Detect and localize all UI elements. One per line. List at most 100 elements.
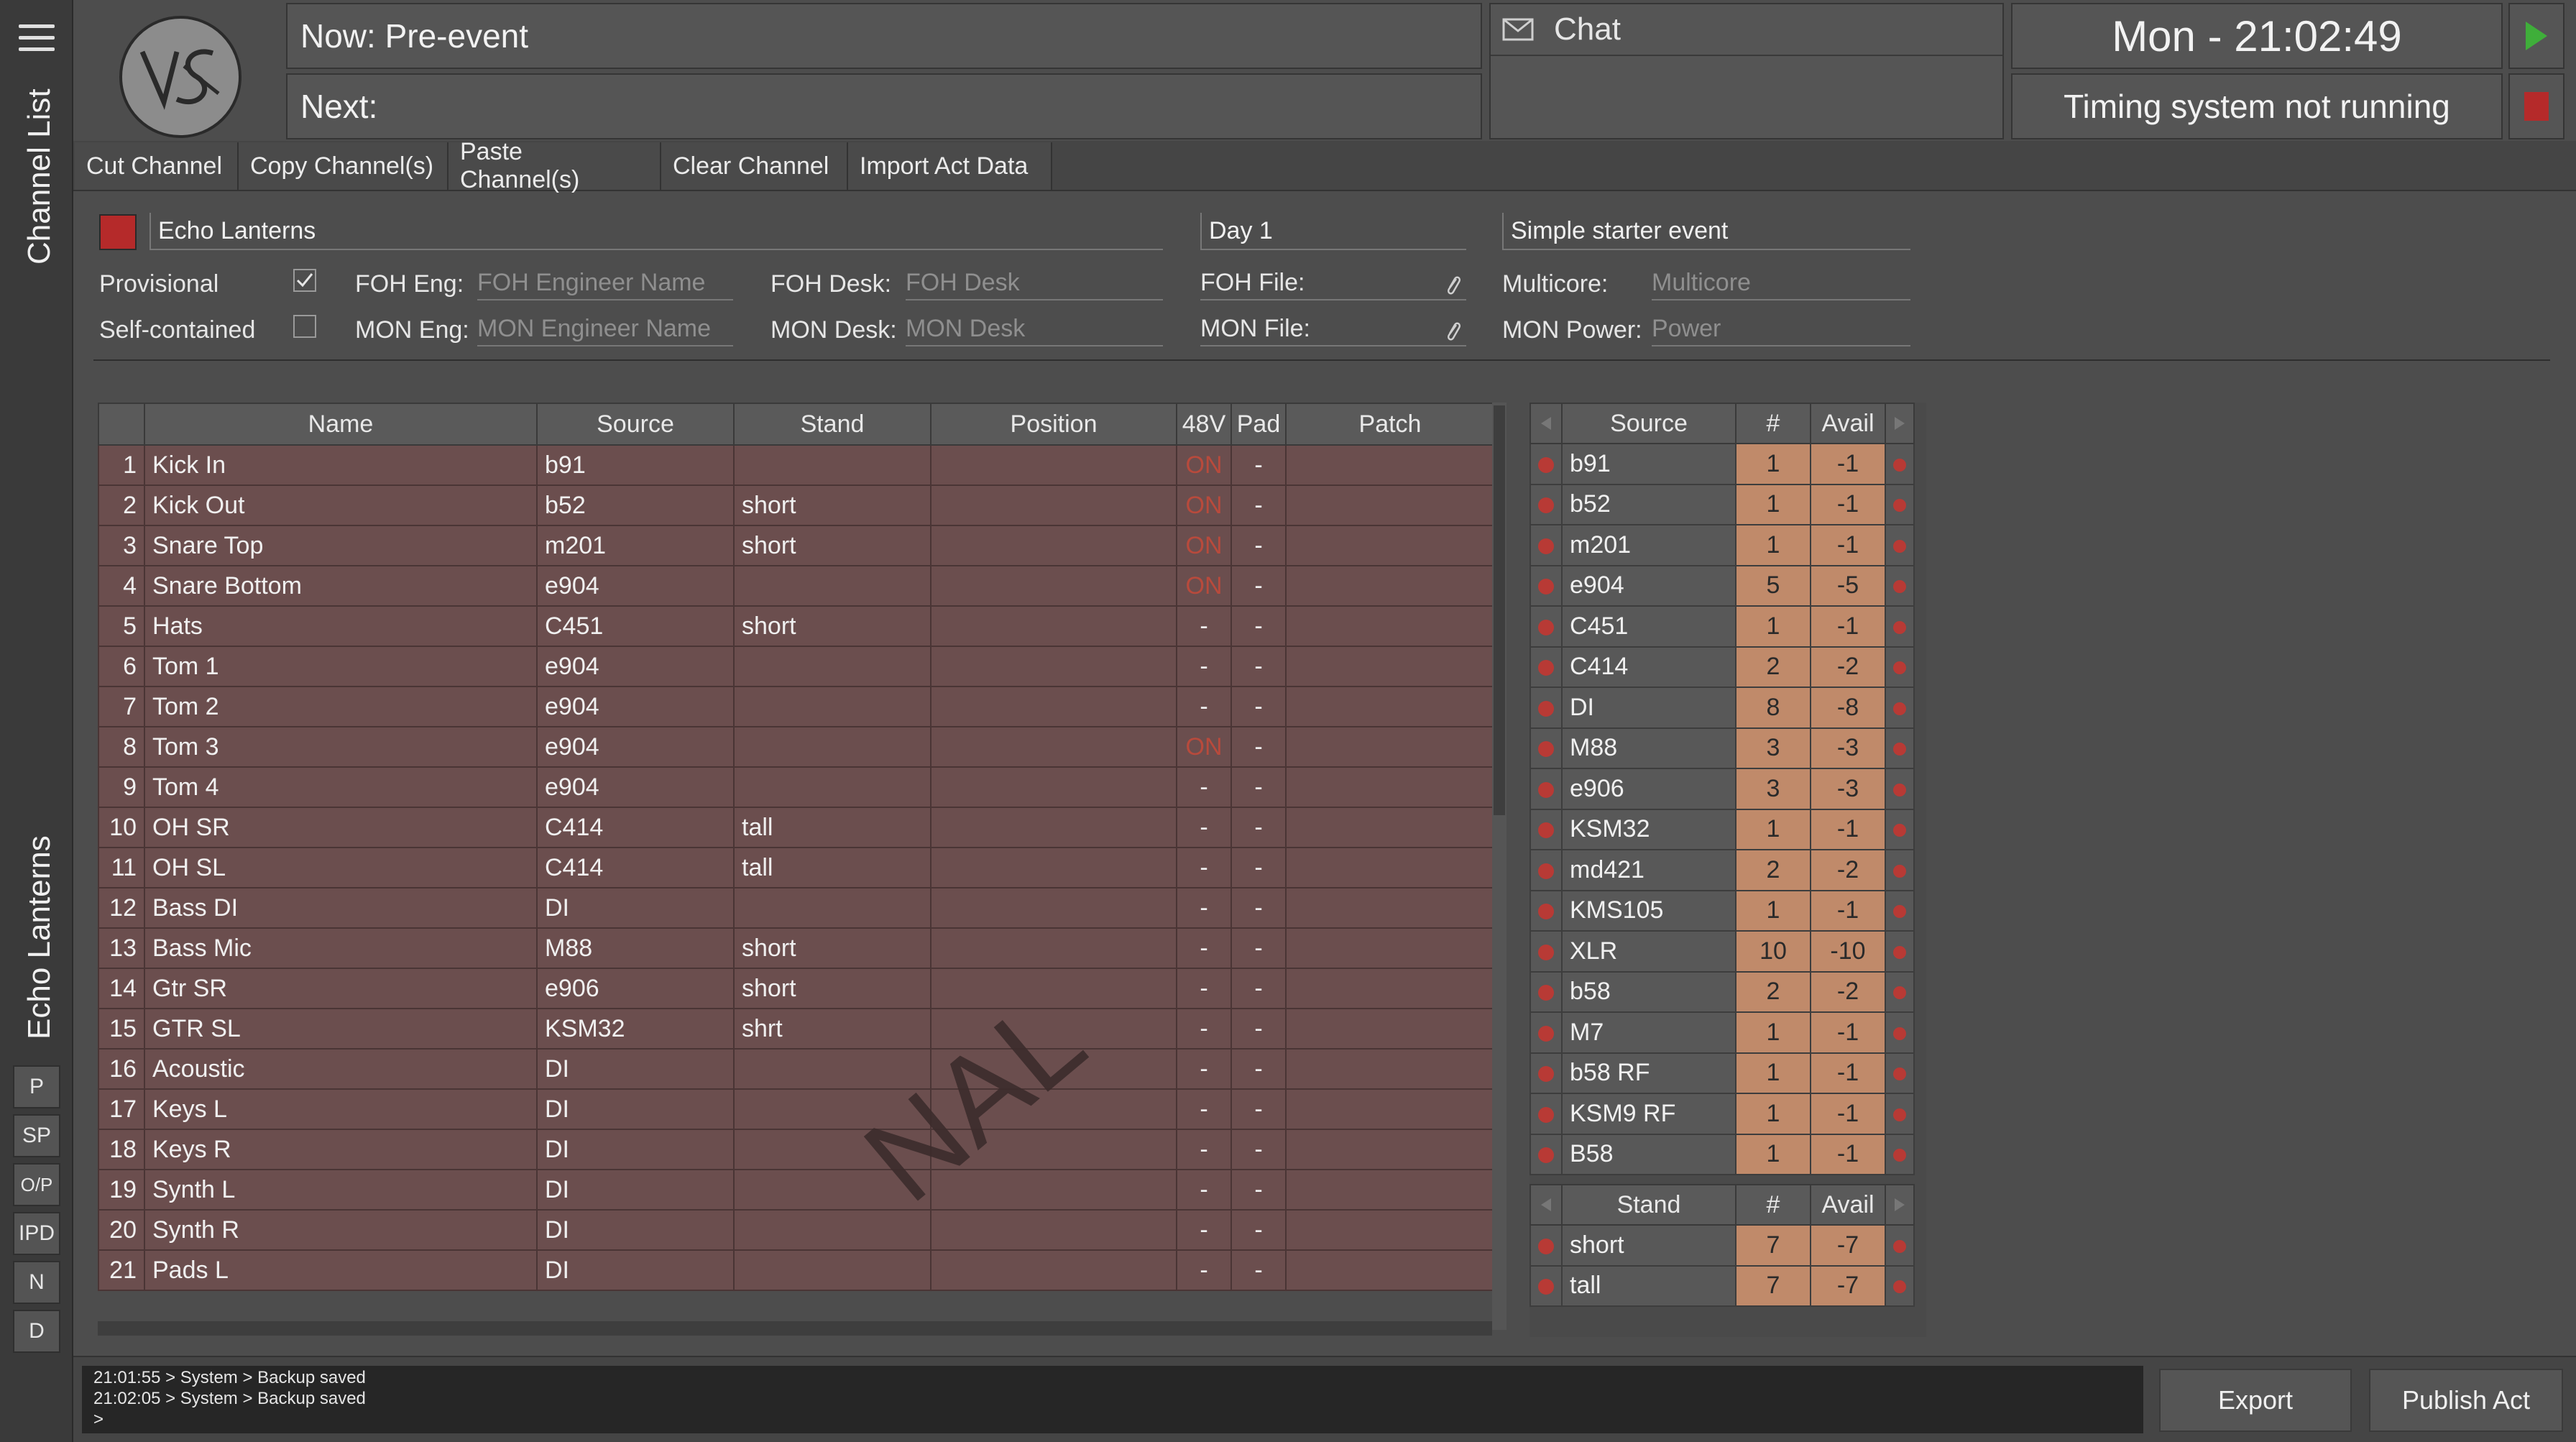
act-name-field[interactable]: Echo Lanterns — [150, 213, 1163, 250]
channel-stand[interactable] — [733, 1209, 932, 1251]
source-row[interactable]: KSM9 RF 1 -1 — [1530, 1093, 1915, 1135]
table-row[interactable]: 4 Snare Bottom e904 ON - — [98, 565, 1495, 607]
channel-table-hscrollbar[interactable] — [98, 1321, 1492, 1336]
source-name[interactable]: KSM9 RF — [1561, 1093, 1736, 1135]
channel-number[interactable]: 16 — [98, 1048, 145, 1090]
source-name[interactable]: e906 — [1561, 768, 1736, 810]
channel-number[interactable]: 21 — [98, 1249, 145, 1291]
channel-stand[interactable] — [733, 1249, 932, 1291]
channel-48v[interactable]: - — [1176, 1249, 1232, 1291]
source-scroll-left[interactable] — [1530, 403, 1563, 444]
source-avail[interactable]: -1 — [1810, 1052, 1886, 1094]
channel-number[interactable]: 8 — [98, 726, 145, 768]
table-row[interactable]: 13 Bass Mic M88 short - - — [98, 927, 1495, 969]
table-row[interactable]: 5 Hats C451 short - - — [98, 605, 1495, 647]
channel-name[interactable]: Kick Out — [144, 485, 538, 526]
source-avail[interactable]: -2 — [1810, 970, 1886, 1013]
source-name[interactable]: C451 — [1561, 605, 1736, 648]
channel-pad[interactable]: - — [1230, 847, 1287, 888]
source-count[interactable]: 2 — [1735, 646, 1811, 688]
channel-48v[interactable]: - — [1176, 1088, 1232, 1130]
paperclip-icon[interactable] — [1445, 319, 1462, 347]
channel-source[interactable]: b52 — [536, 485, 735, 526]
channel-stand[interactable]: short — [733, 485, 932, 526]
export-button[interactable]: Export — [2159, 1369, 2352, 1432]
channel-48v[interactable]: - — [1176, 605, 1232, 647]
source-avail[interactable]: -1 — [1810, 889, 1886, 932]
source-row[interactable]: KMS105 1 -1 — [1530, 889, 1915, 932]
source-avail[interactable]: -5 — [1810, 564, 1886, 607]
source-count[interactable]: 1 — [1735, 1133, 1811, 1175]
source-row[interactable]: M88 3 -3 — [1530, 727, 1915, 769]
channel-position[interactable] — [930, 444, 1177, 486]
source-avail[interactable]: -3 — [1810, 768, 1886, 810]
source-count[interactable]: 3 — [1735, 727, 1811, 769]
source-avail[interactable]: -1 — [1810, 605, 1886, 648]
channel-pad[interactable]: - — [1230, 1209, 1287, 1251]
channel-48v[interactable]: ON — [1176, 525, 1232, 566]
source-count[interactable]: 1 — [1735, 889, 1811, 932]
channel-source[interactable]: e904 — [536, 726, 735, 768]
table-row[interactable]: 3 Snare Top m201 short ON - — [98, 525, 1495, 566]
source-avail[interactable]: -1 — [1810, 1133, 1886, 1175]
channel-source[interactable]: e906 — [536, 968, 735, 1009]
channel-pad[interactable]: - — [1230, 1048, 1287, 1090]
table-row[interactable]: 2 Kick Out b52 short ON - — [98, 485, 1495, 526]
channel-number[interactable]: 18 — [98, 1129, 145, 1170]
channel-source[interactable]: DI — [536, 1048, 735, 1090]
channel-48v[interactable]: - — [1176, 1169, 1232, 1211]
channel-patch[interactable] — [1285, 646, 1495, 687]
channel-pad[interactable]: - — [1230, 565, 1287, 607]
channel-source[interactable]: C414 — [536, 847, 735, 888]
channel-number[interactable]: 12 — [98, 887, 145, 929]
channel-patch[interactable] — [1285, 444, 1495, 486]
channel-pad[interactable]: - — [1230, 605, 1287, 647]
channel-source[interactable]: DI — [536, 1129, 735, 1170]
source-row[interactable]: C451 1 -1 — [1530, 605, 1915, 648]
table-row[interactable]: 16 Acoustic DI - - — [98, 1048, 1495, 1090]
channel-number[interactable]: 1 — [98, 444, 145, 486]
channel-source[interactable]: DI — [536, 1169, 735, 1211]
channel-name[interactable]: OH SR — [144, 807, 538, 848]
source-row[interactable]: m201 1 -1 — [1530, 524, 1915, 566]
channel-source[interactable]: C451 — [536, 605, 735, 647]
table-row[interactable]: 17 Keys L DI - - — [98, 1088, 1495, 1130]
channel-position[interactable] — [930, 968, 1177, 1009]
stop-button[interactable] — [2508, 73, 2564, 139]
channel-48v[interactable]: - — [1176, 847, 1232, 888]
channel-position[interactable] — [930, 1249, 1177, 1291]
import-act-data-button[interactable]: Import Act Data — [848, 142, 1052, 190]
source-count[interactable]: 1 — [1735, 808, 1811, 850]
mon-desk-input[interactable]: MON Desk — [906, 315, 1163, 346]
day-field[interactable]: Day 1 — [1200, 213, 1466, 250]
channel-name[interactable]: Snare Bottom — [144, 565, 538, 607]
channel-number[interactable]: 7 — [98, 686, 145, 727]
source-avail[interactable]: -8 — [1810, 686, 1886, 729]
channel-name[interactable]: GTR SL — [144, 1008, 538, 1050]
act-color-swatch[interactable] — [99, 214, 137, 250]
channel-patch[interactable] — [1285, 726, 1495, 768]
mon-engineer-input[interactable]: MON Engineer Name — [477, 315, 733, 346]
stand-column-header[interactable]: Stand — [1561, 1184, 1736, 1226]
channel-pad[interactable]: - — [1230, 525, 1287, 566]
column-header-phantom-48v[interactable]: 48V — [1176, 403, 1232, 446]
source-count[interactable]: 3 — [1735, 768, 1811, 810]
channel-patch[interactable] — [1285, 525, 1495, 566]
channel-patch[interactable] — [1285, 1129, 1495, 1170]
source-avail[interactable]: -3 — [1810, 727, 1886, 769]
source-avail[interactable]: -1 — [1810, 1093, 1886, 1135]
channel-name[interactable]: Keys R — [144, 1129, 538, 1170]
table-row[interactable]: 10 OH SR C414 tall - - — [98, 807, 1495, 848]
channel-stand[interactable]: tall — [733, 847, 932, 888]
source-name[interactable]: DI — [1561, 686, 1736, 729]
source-avail[interactable]: -1 — [1810, 524, 1886, 566]
column-header-position[interactable]: Position — [930, 403, 1177, 446]
source-avail[interactable]: -1 — [1810, 443, 1886, 485]
channel-patch[interactable] — [1285, 686, 1495, 727]
channel-number[interactable]: 5 — [98, 605, 145, 647]
channel-patch[interactable] — [1285, 927, 1495, 969]
channel-position[interactable] — [930, 847, 1177, 888]
source-count-header[interactable]: # — [1735, 403, 1811, 444]
channel-48v[interactable]: - — [1176, 646, 1232, 687]
source-name[interactable]: b58 — [1561, 970, 1736, 1013]
